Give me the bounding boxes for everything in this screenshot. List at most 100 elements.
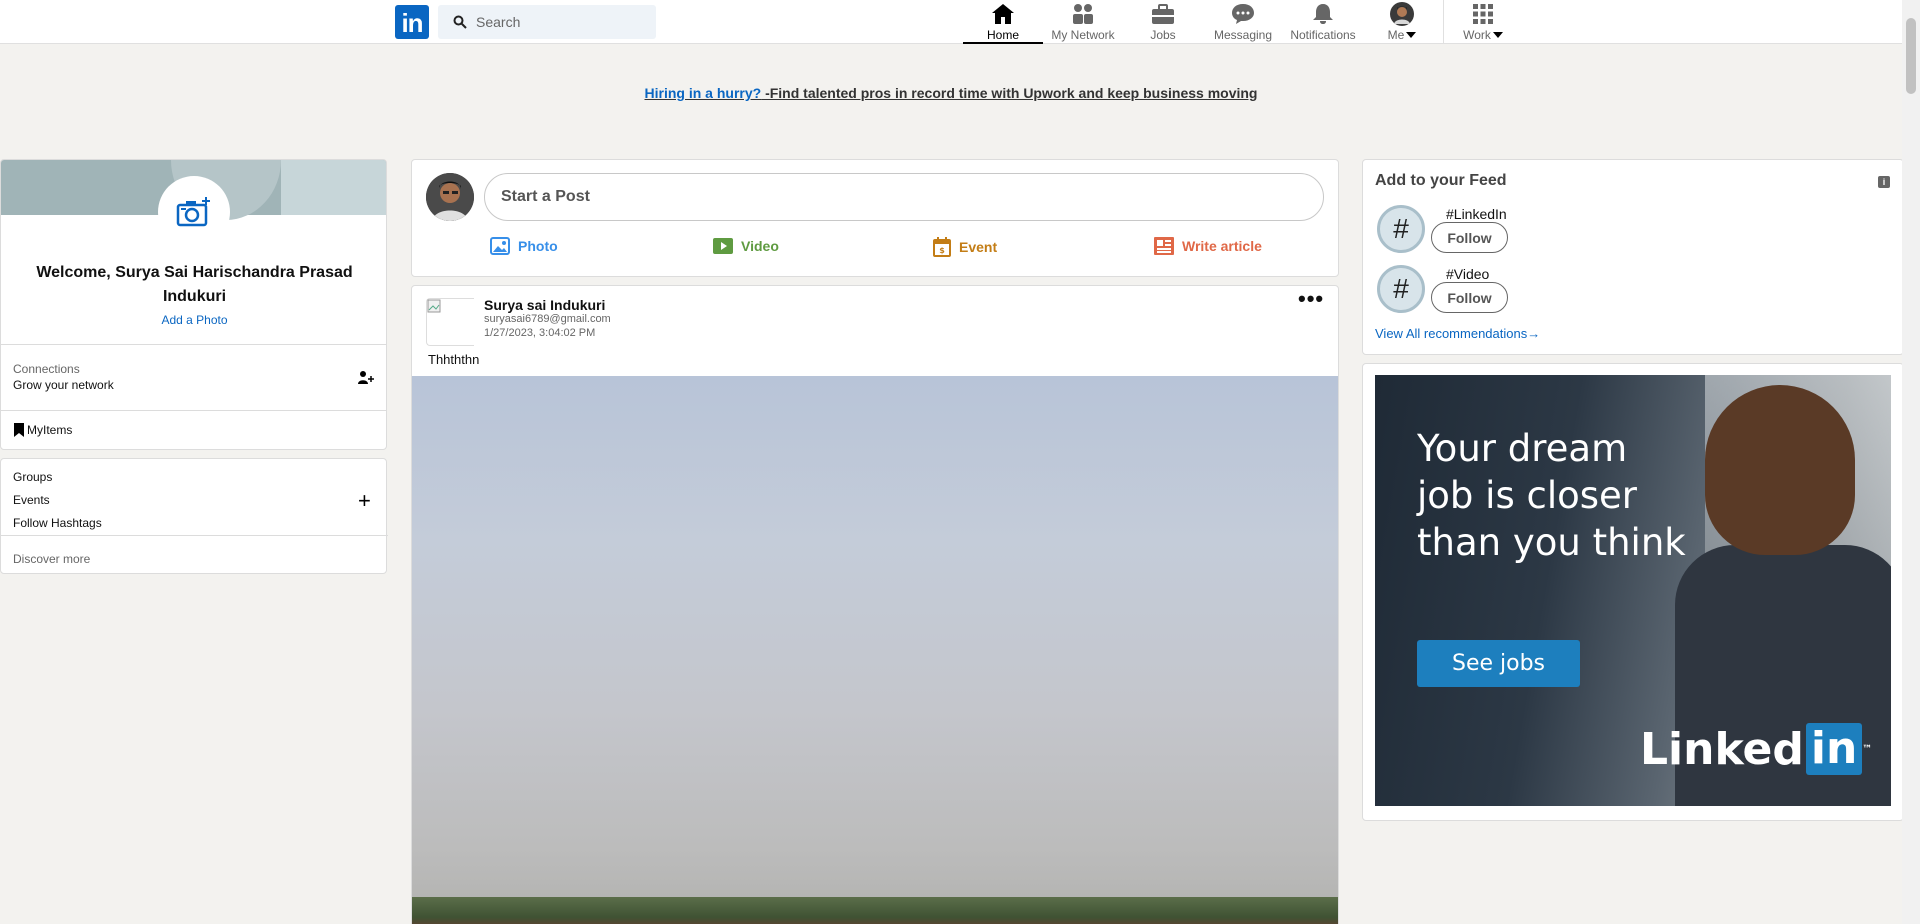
promo-banner[interactable]: Hiring in a hurry? -Find talented pros i… — [0, 85, 1902, 101]
nav-divider — [1443, 0, 1444, 44]
linkedin-logo: Linked in ™ — [1640, 723, 1872, 775]
nav-home-label: Home — [986, 28, 1019, 42]
view-all-recommendations-link[interactable]: View All recommendations→ — [1375, 326, 1540, 341]
article-icon — [1154, 237, 1174, 255]
add-photo-link[interactable]: Add a Photo — [1, 313, 386, 327]
profile-card: Welcome, Surya Sai Harischandra Prasad I… — [0, 159, 387, 450]
connections-subtitle[interactable]: Grow your network — [13, 378, 114, 392]
hashtag-label[interactable]: #Video — [1446, 266, 1489, 282]
nav-work[interactable]: Work — [1454, 0, 1512, 44]
chevron-down-icon — [1492, 32, 1503, 38]
author-avatar[interactable] — [426, 298, 474, 346]
post-timestamp: 1/27/2023, 3:04:02 PM — [484, 327, 596, 339]
search-icon — [453, 15, 467, 29]
ad-brand-mark: ™ — [1862, 743, 1873, 755]
video-label: Video — [741, 238, 779, 254]
hashtag-label[interactable]: #LinkedIn — [1446, 206, 1507, 222]
ad-headline: Your dream job is closer than you think — [1417, 427, 1686, 564]
promo-text[interactable]: -Find talented pros in record time with … — [761, 85, 1257, 101]
search-box[interactable] — [438, 5, 656, 39]
linkedin-logo[interactable]: in — [395, 5, 429, 39]
video-icon — [713, 238, 733, 254]
ad-card: Your dream job is closer than you think … — [1362, 363, 1904, 821]
follow-button[interactable]: Follow — [1431, 222, 1508, 253]
events-link[interactable]: Events — [13, 493, 50, 507]
connections-label[interactable]: Connections — [13, 362, 80, 376]
hashtag-icon: # — [1377, 265, 1425, 313]
post-composer: Start a Post Photo Video $ Event Write a… — [411, 159, 1339, 277]
bookmark-icon — [14, 423, 24, 437]
scrollbar-thumb[interactable] — [1906, 18, 1916, 94]
groups-link[interactable]: Groups — [13, 470, 52, 484]
nav-notifications[interactable]: Notifications — [1288, 0, 1358, 44]
nav-my-network-label: My Network — [1051, 28, 1115, 42]
divider — [1, 344, 386, 345]
avatar[interactable] — [426, 173, 474, 221]
ad-brand-box: in — [1805, 723, 1863, 775]
nav-notifications-label: Notifications — [1290, 28, 1356, 42]
nav-me-label: Me — [1388, 28, 1417, 42]
photo-label: Photo — [518, 238, 558, 254]
home-icon — [991, 2, 1015, 26]
arrow-right-icon: → — [1527, 326, 1541, 341]
my-items-label: MyItems — [27, 423, 73, 437]
photo-icon — [490, 237, 510, 255]
nav-messaging[interactable]: Messaging — [1203, 0, 1283, 44]
add-to-feed-card: Add to your Feed i # #LinkedIn Follow # … — [1362, 159, 1904, 355]
nav-jobs-label: Jobs — [1150, 28, 1176, 42]
profile-avatar[interactable] — [158, 176, 230, 248]
post-image[interactable] — [412, 376, 1338, 924]
nav-messaging-label: Messaging — [1213, 28, 1273, 42]
hashtag-icon: # — [1377, 205, 1425, 253]
my-items-link[interactable]: MyItems — [13, 423, 72, 437]
broken-image-icon — [427, 299, 441, 313]
svg-text:$: $ — [939, 246, 945, 255]
avatar — [1390, 2, 1414, 26]
nav-me[interactable]: Me — [1376, 0, 1428, 44]
feed-post: Surya sai Indukuri suryasai6789@gmail.co… — [411, 285, 1339, 924]
calendar-icon: $ — [933, 237, 951, 257]
nav-work-label: Work — [1463, 28, 1503, 42]
write-article-label: Write article — [1182, 238, 1262, 254]
divider — [1, 410, 386, 411]
add-person-icon[interactable] — [358, 370, 374, 386]
promo-link[interactable]: Hiring in a hurry? — [645, 85, 762, 101]
event-button[interactable]: $ Event — [933, 237, 997, 257]
post-author[interactable]: Surya sai Indukuri — [484, 297, 605, 313]
post-email: suryasai6789@gmail.com — [484, 313, 611, 325]
add-event-icon[interactable]: + — [358, 490, 371, 512]
nav-home[interactable]: Home — [963, 0, 1043, 44]
photo-button[interactable]: Photo — [490, 237, 558, 255]
scrollbar[interactable] — [1902, 0, 1920, 924]
view-all-label: View All recommendations — [1375, 326, 1528, 341]
ad-brand-text: Linked — [1640, 723, 1804, 775]
ad-person-head — [1705, 385, 1855, 555]
welcome-text: Welcome, Surya Sai Harischandra Prasad I… — [36, 264, 353, 305]
event-label: Event — [959, 239, 998, 255]
discover-more-link[interactable]: Discover more — [13, 552, 90, 566]
search-input[interactable] — [476, 5, 646, 39]
network-icon — [1071, 2, 1095, 26]
start-post-input[interactable]: Start a Post — [484, 173, 1324, 221]
post-text: Thhththn — [428, 352, 480, 367]
video-button[interactable]: Video — [713, 237, 779, 255]
briefcase-icon — [1151, 2, 1175, 26]
info-icon[interactable]: i — [1878, 176, 1890, 188]
groups-card: Groups Events + Follow Hashtags Discover… — [0, 458, 388, 574]
nav-my-network[interactable]: My Network — [1045, 0, 1121, 44]
ad-banner[interactable]: Your dream job is closer than you think … — [1375, 375, 1891, 806]
follow-button[interactable]: Follow — [1431, 282, 1508, 313]
chevron-down-icon — [1406, 32, 1417, 38]
post-image-treeline — [412, 897, 1338, 924]
grid-icon — [1472, 2, 1494, 26]
divider — [1, 535, 388, 536]
message-icon — [1231, 2, 1255, 26]
camera-icon — [176, 197, 210, 227]
nav-jobs[interactable]: Jobs — [1133, 0, 1193, 44]
write-article-button[interactable]: Write article — [1154, 237, 1262, 255]
bell-icon — [1311, 2, 1335, 26]
see-jobs-button[interactable]: See jobs — [1417, 640, 1580, 687]
more-options-icon[interactable]: ••• — [1298, 286, 1324, 312]
cover-light — [281, 160, 386, 215]
follow-hashtags-link[interactable]: Follow Hashtags — [13, 516, 102, 530]
